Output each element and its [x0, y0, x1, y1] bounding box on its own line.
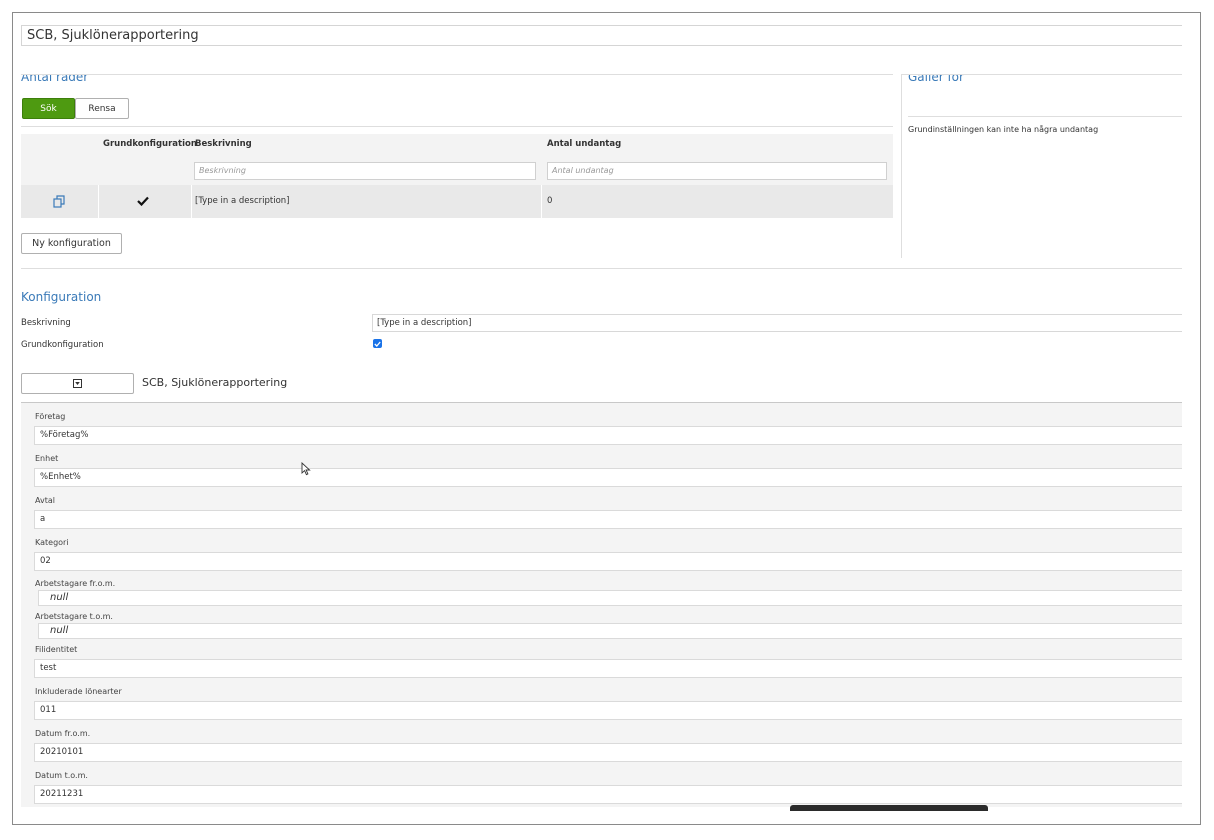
param-input-agreement[interactable]: a	[34, 510, 1182, 529]
scrollbar[interactable]	[790, 805, 988, 811]
param-input-employee-to[interactable]: null	[38, 623, 1182, 639]
checkmark-icon	[137, 196, 149, 206]
column-header-description[interactable]: Beskrivning	[195, 134, 252, 154]
divider	[21, 268, 1182, 269]
rows-section-title: Antal rader	[21, 70, 89, 84]
collapse-toggle-button[interactable]	[21, 373, 134, 394]
param-label: Filidentitet	[35, 645, 78, 654]
param-label: Avtal	[35, 496, 55, 505]
param-input-date-from[interactable]: 20210101	[34, 743, 1182, 762]
copy-icon[interactable]	[53, 195, 66, 208]
divider	[21, 74, 893, 75]
param-label: Arbetstagare t.o.m.	[35, 612, 113, 621]
base-config-label: Grundkonfiguration	[21, 340, 104, 350]
param-label: Enhet	[35, 454, 59, 463]
divider	[191, 185, 192, 218]
row-exceptions: 0	[547, 196, 553, 206]
divider	[901, 74, 1182, 75]
report-name: SCB, Sjuklönerapportering	[142, 376, 288, 389]
divider	[21, 126, 893, 127]
page-title: SCB, Sjuklönerapportering	[21, 25, 1182, 46]
param-input-date-to[interactable]: 20211231	[34, 785, 1182, 804]
param-input-wage-types[interactable]: 011	[34, 701, 1182, 720]
param-label: Arbetstagare fr.o.m.	[35, 579, 116, 588]
applies-to-title: Gäller för	[908, 70, 964, 84]
search-button[interactable]: Sök	[22, 98, 75, 119]
description-input[interactable]: [Type in a description]	[372, 314, 1182, 332]
collapse-toggle-icon	[73, 379, 82, 388]
param-input-company[interactable]: %Företag%	[34, 426, 1182, 445]
column-header-base[interactable]: Grundkonfiguration	[103, 134, 197, 154]
divider	[541, 185, 542, 218]
description-label: Beskrivning	[21, 318, 71, 328]
parameters-panel: Företag %Företag% Enhet %Enhet% Avtal a …	[21, 402, 1182, 807]
exceptions-filter-input[interactable]: Antal undantag	[547, 162, 887, 180]
param-label: Datum t.o.m.	[35, 771, 88, 780]
config-section-title: Konfiguration	[21, 290, 102, 304]
param-label: Datum fr.o.m.	[35, 729, 91, 738]
new-config-button[interactable]: Ny konfiguration	[21, 233, 122, 254]
divider	[98, 185, 99, 218]
clear-button[interactable]: Rensa	[75, 98, 129, 119]
param-input-employee-from[interactable]: null	[38, 590, 1182, 606]
param-label: Kategori	[35, 538, 69, 547]
app-window: SCB, Sjuklönerapportering Antal rader Sö…	[12, 12, 1201, 825]
config-grid: Grundkonfiguration Beskrivning Antal und…	[21, 134, 893, 218]
param-input-file-identity[interactable]: test	[34, 659, 1182, 678]
divider	[901, 74, 902, 258]
param-label: Inkluderade lönearter	[35, 687, 122, 696]
divider	[908, 116, 1182, 117]
column-header-exceptions[interactable]: Antal undantag	[547, 134, 621, 154]
description-filter-input[interactable]: Beskrivning	[194, 162, 536, 180]
row-description: [Type in a description]	[195, 196, 290, 206]
param-input-category[interactable]: 02	[34, 552, 1182, 571]
table-row[interactable]: [Type in a description] 0	[21, 185, 893, 218]
applies-to-note: Grundinställningen kan inte ha några und…	[908, 125, 1099, 134]
mouse-cursor-icon	[301, 462, 311, 476]
param-input-unit[interactable]: %Enhet%	[34, 468, 1182, 487]
param-label: Företag	[35, 412, 66, 421]
base-config-checkbox[interactable]	[373, 339, 382, 348]
check-icon	[374, 341, 381, 347]
